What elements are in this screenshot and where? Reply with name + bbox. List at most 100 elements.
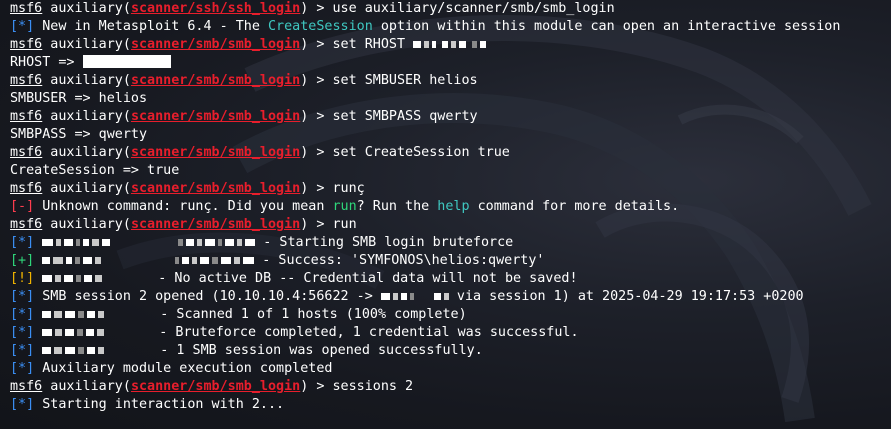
output-text: - Scanned 1 of 1 hosts (100% complete) [152, 307, 467, 322]
output-text: - Success: 'SYMFONOS\helios:qwerty' [254, 253, 545, 268]
prompt-module: scanner/smb/smb_login [130, 217, 301, 232]
terminal-line: [!] - No active DB -- Credential data wi… [10, 270, 891, 288]
prompt-msf: msf6 [10, 379, 43, 394]
success-tag: [+] [10, 253, 35, 268]
prompt-module-prefix: auxiliary( [42, 109, 131, 124]
terminal-line: msf6 auxiliary(scanner/smb/smb_login) > … [10, 108, 891, 126]
prompt-arrow: > [308, 217, 333, 232]
prompt-arrow: > [308, 379, 333, 394]
highlight-command: help [437, 199, 470, 214]
prompt-module: scanner/smb/smb_login [130, 181, 301, 196]
highlight-option: CreateSession [267, 19, 373, 34]
command-text: set SMBPASS qwerty [332, 109, 478, 124]
terminal-line: msf6 auxiliary(scanner/ssh/ssh_login) > … [10, 0, 891, 18]
output-text: - Starting SMB login bruteforce [255, 235, 514, 250]
prompt-module-prefix: auxiliary( [42, 145, 131, 160]
output-text: - Bruteforce completed, 1 credential was… [151, 325, 579, 340]
redacted-host [34, 253, 255, 268]
prompt-module: scanner/ssh/ssh_login [130, 1, 301, 16]
prompt-module: scanner/smb/smb_login [130, 145, 301, 160]
prompt-arrow: > [308, 1, 333, 16]
terminal-line: msf6 auxiliary(scanner/smb/smb_login) > … [10, 36, 891, 54]
prompt-arrow: > [308, 109, 333, 124]
info-tag: [*] [10, 325, 35, 340]
terminal-line: [+] - Success: 'SYMFONOS\helios:qwerty' [10, 252, 891, 270]
terminal-line: [*] SMB session 2 opened (10.10.10.4:566… [10, 288, 891, 306]
output-text: option within this module can open an in… [372, 19, 841, 34]
info-tag: [*] [10, 307, 35, 322]
terminal-output[interactable]: msf6 auxiliary(scanner/ssh/ssh_login) > … [10, 0, 891, 414]
prompt-arrow: > [308, 145, 333, 160]
output-text: SMBPASS => qwerty [10, 127, 148, 142]
prompt-msf: msf6 [10, 73, 43, 88]
terminal-line: RHOST => [10, 54, 891, 72]
prompt-module: scanner/smb/smb_login [130, 37, 301, 52]
redacted-host [34, 271, 150, 286]
prompt-module-prefix: auxiliary( [42, 379, 131, 394]
redacted-ip [405, 37, 489, 52]
terminal-line: [*] - Starting SMB login bruteforce [10, 234, 891, 252]
info-tag: [*] [10, 235, 35, 250]
output-text: via session 1) at 2025-04-29 19:17:53 +0… [448, 289, 804, 304]
info-tag: [*] [10, 289, 35, 304]
prompt-module-prefix: auxiliary( [42, 217, 131, 232]
prompt-msf: msf6 [10, 109, 43, 124]
terminal-line: msf6 auxiliary(scanner/smb/smb_login) > … [10, 144, 891, 162]
warning-tag: [!] [10, 271, 35, 286]
command-text: set SMBUSER helios [332, 73, 478, 88]
command-text: use auxiliary/scanner/smb/smb_login [332, 1, 615, 16]
command-text: run [332, 217, 357, 232]
info-tag: [*] [10, 397, 35, 412]
prompt-module-prefix: auxiliary( [42, 37, 131, 52]
command-text: set CreateSession true [332, 145, 510, 160]
output-text: New in Metasploit 6.4 - The [34, 19, 268, 34]
error-tag: [-] [10, 199, 35, 214]
output-text: SMB session 2 opened (10.10.10.4:56622 -… [34, 289, 381, 304]
command-text: sessions 2 [332, 379, 414, 394]
prompt-msf: msf6 [10, 1, 43, 16]
prompt-module: scanner/smb/smb_login [130, 73, 301, 88]
prompt-module-prefix: auxiliary( [42, 181, 131, 196]
prompt-arrow: > [308, 37, 333, 52]
terminal-line: [*] Starting interaction with 2... [10, 396, 891, 414]
output-text: Auxiliary module execution completed [34, 361, 333, 376]
redacted-host [34, 343, 152, 358]
terminal-line: SMBUSER => helios [10, 90, 891, 108]
output-text: - 1 SMB session was opened successfully. [152, 343, 483, 358]
output-text: RHOST => [10, 55, 83, 70]
output-text: command for more details. [469, 199, 680, 214]
prompt-msf: msf6 [10, 181, 43, 196]
prompt-module-prefix: auxiliary( [42, 1, 131, 16]
info-tag: [*] [10, 343, 35, 358]
terminal-line: [*] - 1 SMB session was opened successfu… [10, 342, 891, 360]
prompt-arrow: > [308, 73, 333, 88]
prompt-msf: msf6 [10, 145, 43, 160]
prompt-module-prefix: auxiliary( [42, 73, 131, 88]
terminal-line: [*] - Bruteforce completed, 1 credential… [10, 324, 891, 342]
terminal-line: CreateSession => true [10, 162, 891, 180]
prompt-arrow: > [308, 181, 333, 196]
redacted-ip [380, 289, 449, 304]
terminal-line: msf6 auxiliary(scanner/smb/smb_login) > … [10, 72, 891, 90]
terminal-line: msf6 auxiliary(scanner/smb/smb_login) > … [10, 378, 891, 396]
output-text: Unknown command: runç. Did you mean [34, 199, 333, 214]
output-text: SMBUSER => helios [10, 91, 148, 106]
info-tag: [*] [10, 361, 35, 376]
prompt-msf: msf6 [10, 37, 43, 52]
output-text: CreateSession => true [10, 163, 180, 178]
terminal-line: [-] Unknown command: runç. Did you mean … [10, 198, 891, 216]
terminal-line: msf6 auxiliary(scanner/smb/smb_login) > … [10, 180, 891, 198]
terminal-line: msf6 auxiliary(scanner/smb/smb_login) > … [10, 216, 891, 234]
prompt-msf: msf6 [10, 217, 43, 232]
terminal-line: [*] - Scanned 1 of 1 hosts (100% complet… [10, 306, 891, 324]
command-text: set RHOST [332, 37, 406, 52]
terminal-line: [*] New in Metasploit 6.4 - The CreateSe… [10, 18, 891, 36]
prompt-module: scanner/smb/smb_login [130, 109, 301, 124]
redacted-host [34, 235, 256, 250]
command-text: runç [332, 181, 365, 196]
output-text: - No active DB -- Credential data will n… [150, 271, 578, 286]
redacted-ip-box [82, 55, 171, 68]
terminal-line: SMBPASS => qwerty [10, 126, 891, 144]
highlight-command: run [332, 199, 357, 214]
output-text: Starting interaction with 2... [34, 397, 285, 412]
